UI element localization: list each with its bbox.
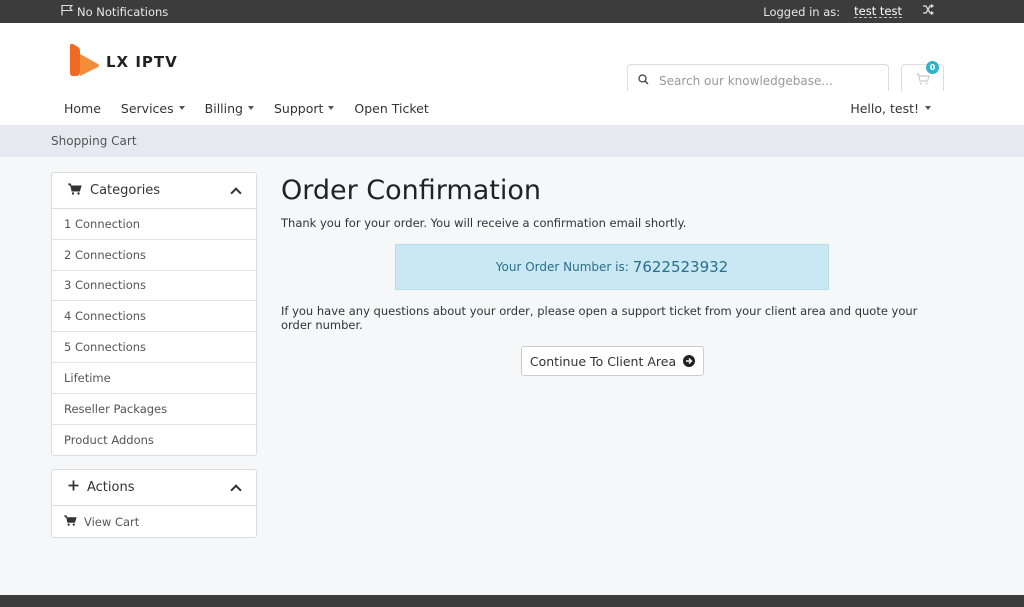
category-item[interactable]: 3 Connections xyxy=(52,271,256,302)
site-logo[interactable]: LX IPTV xyxy=(68,42,178,81)
logged-in-label: Logged in as: xyxy=(763,4,841,19)
sidebar: Categories 1 Connection 2 Connections 3 … xyxy=(51,172,257,551)
cart-count-badge: 0 xyxy=(926,61,939,74)
nav-home[interactable]: Home xyxy=(64,101,101,116)
view-cart-label: View Cart xyxy=(84,514,140,529)
actions-panel-header[interactable]: Actions xyxy=(52,470,256,507)
categories-title: Categories xyxy=(90,183,161,198)
category-item[interactable]: 5 Connections xyxy=(52,332,256,363)
category-item[interactable]: Reseller Packages xyxy=(52,394,256,425)
notifications-link[interactable]: No Notifications xyxy=(61,4,168,19)
categories-panel-header[interactable]: Categories xyxy=(52,173,256,209)
breadcrumb-current: Shopping Cart xyxy=(51,134,137,148)
thank-you-message: Thank you for your order. You will recei… xyxy=(281,216,687,230)
caret-down-icon xyxy=(178,106,185,110)
category-item[interactable]: Lifetime xyxy=(52,363,256,394)
arrow-circle-right-icon xyxy=(683,355,696,367)
nav-home-label: Home xyxy=(64,100,101,116)
nav-billing-label: Billing xyxy=(204,100,243,116)
view-cart-link[interactable]: View Cart xyxy=(52,506,256,537)
cart-icon xyxy=(67,183,82,199)
continue-to-client-area-button[interactable]: Continue To Client Area xyxy=(521,346,704,376)
site-header: LX IPTV 0 xyxy=(0,23,1024,97)
support-message: If you have any questions about your ord… xyxy=(281,304,918,332)
category-item[interactable]: Product Addons xyxy=(52,425,256,456)
nav-open-ticket[interactable]: Open Ticket xyxy=(354,101,428,116)
notifications-label: No Notifications xyxy=(77,4,169,19)
chevron-up-icon[interactable] xyxy=(230,186,242,199)
cart-icon xyxy=(63,515,77,529)
chevron-up-icon[interactable] xyxy=(230,484,242,496)
actions-title: Actions xyxy=(87,480,135,496)
caret-down-icon xyxy=(247,106,254,110)
category-item[interactable]: 2 Connections xyxy=(52,240,256,271)
search-input[interactable] xyxy=(659,73,859,88)
footer-bar xyxy=(0,595,1024,607)
actions-panel: Actions View Cart xyxy=(51,469,257,539)
top-bar: No Notifications Logged in as: test test xyxy=(0,0,1024,23)
caret-down-icon xyxy=(925,106,931,110)
plus-icon xyxy=(68,480,79,495)
category-item[interactable]: 4 Connections xyxy=(52,301,256,333)
nav-billing[interactable]: Billing xyxy=(205,101,254,116)
nav-services[interactable]: Services xyxy=(121,101,185,116)
account-menu[interactable]: Hello, test! xyxy=(850,91,931,125)
main-content: Order Confirmation Thank you for your or… xyxy=(281,172,941,376)
nav-services-label: Services xyxy=(120,100,174,116)
continue-label: Continue To Client Area xyxy=(529,353,677,369)
nav-support[interactable]: Support xyxy=(273,100,335,116)
logo-text: LX IPTV xyxy=(106,52,178,71)
order-number-box: Your Order Number is: 7622523932 xyxy=(395,244,829,290)
order-number-value: 7622523932 xyxy=(632,258,729,276)
page-title: Order Confirmation xyxy=(281,175,541,206)
caret-down-icon xyxy=(328,106,335,110)
logo-mark-icon xyxy=(68,42,100,81)
categories-panel: Categories 1 Connection 2 Connections 3 … xyxy=(51,172,257,457)
logged-in-username[interactable]: test test xyxy=(854,5,902,18)
category-item[interactable]: 1 Connection xyxy=(52,209,256,240)
shuffle-icon[interactable] xyxy=(922,4,934,19)
order-number-label: Your Order Number is: xyxy=(495,260,629,274)
nav-open-ticket-label: Open Ticket xyxy=(354,100,429,116)
breadcrumb: Shopping Cart xyxy=(0,125,1024,157)
main-nav: Home Services Billing Support Open Ticke… xyxy=(0,91,1024,125)
account-greeting: Hello, test! xyxy=(850,100,919,116)
nav-support-label: Support xyxy=(273,100,324,116)
flag-icon xyxy=(61,4,74,19)
search-icon xyxy=(638,73,649,88)
cart-icon xyxy=(916,73,930,88)
